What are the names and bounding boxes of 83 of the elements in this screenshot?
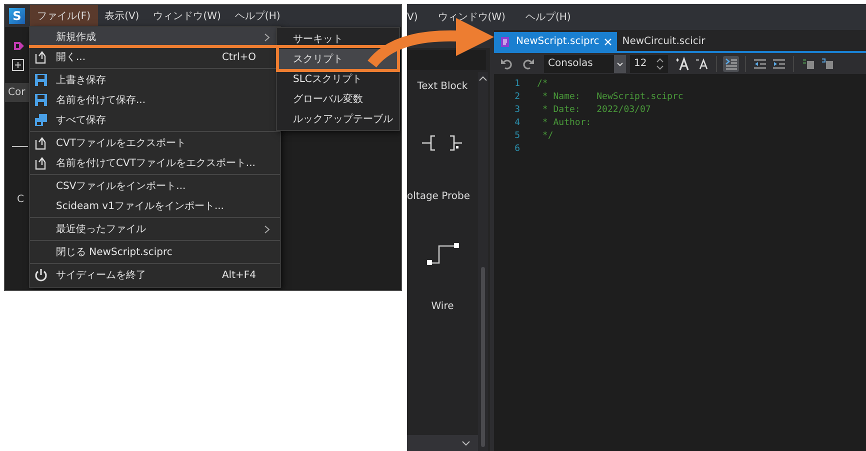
component-label: Wire [431, 301, 454, 312]
menu-entry[interactable]: 上書き保存 [30, 70, 280, 90]
menu-entry[interactable]: CSVファイルをインポート... [30, 176, 280, 196]
menu-item[interactable]: ウィンドウ(W) [438, 10, 506, 24]
menu-entry-label: 最近使ったファイル [56, 222, 147, 236]
menu-entry[interactable]: すべて保存 [30, 110, 280, 130]
code-line: * Date: 2022/03/07 [541, 104, 651, 114]
document-arrow-icon [34, 50, 48, 64]
tool-icon[interactable] [12, 39, 26, 53]
search-field[interactable] [407, 50, 486, 70]
scrollbar-thumb[interactable] [481, 267, 485, 447]
menu-item[interactable]: ファイル(F) [30, 5, 98, 27]
code-editor[interactable]: 1 /* 2 * Name: NewScript.sciprc 3 * Date: 2022/03/07 4 * Author: 5 */ 6 [494, 74, 866, 451]
menu-entry-label: 名前を付けて保存... [56, 94, 147, 107]
menu-entry-label: 上書き保存 [56, 74, 107, 87]
menu-entry-label: Scideam v1ファイルをインポート... [56, 200, 225, 213]
scroll-icon [499, 36, 511, 48]
line-number: 4 [514, 118, 520, 128]
menu-entry[interactable]: サイディームを終了 Alt+F4 [30, 265, 280, 285]
uncomment-icon [819, 56, 835, 72]
floppy-icon [34, 73, 48, 87]
menu-entry[interactable]: 名前を付けてCVTファイルをエクスポート... [30, 153, 280, 173]
menu-entry[interactable]: 閉じる NewScript.sciprc [30, 242, 280, 262]
caret-up-icon[interactable] [479, 76, 487, 81]
probe-symbol-icon[interactable] [422, 135, 464, 151]
shortcut-label: Ctrl+O [222, 52, 256, 62]
editor-tab[interactable]: NewScript.sciprc [494, 32, 618, 51]
line-number: 3 [514, 104, 520, 114]
menu-item[interactable]: 表示(V) [98, 5, 146, 27]
submenu-entry[interactable]: グローバル変数 [277, 89, 399, 109]
font-size-field[interactable]: 12 [630, 54, 668, 72]
menu-entry-label: 名前を付けてCVTファイルをエクスポート... [56, 157, 256, 170]
menu-entry[interactable]: Scideam v1ファイルをインポート... [30, 196, 280, 216]
font-larger-icon [675, 56, 691, 72]
code-line: * Author: [541, 118, 592, 128]
panel-tab[interactable]: Cor [5, 83, 30, 102]
document-arrow-icon [34, 136, 48, 150]
menu-entry-label: サイディームを終了 [56, 269, 147, 282]
wire-icon[interactable] [426, 242, 458, 266]
code-line: * Name: NewScript.sciprc [541, 92, 684, 102]
power-icon [34, 268, 48, 282]
line-number: 1 [514, 78, 520, 88]
plus-box-icon[interactable] [12, 59, 24, 71]
floppies-icon [34, 113, 48, 127]
indent-guide-button[interactable] [723, 56, 739, 72]
indent-guide-icon [723, 56, 739, 72]
app-logo: S [9, 8, 25, 24]
menu-entry-label: CVTファイルをエクスポート [56, 137, 187, 150]
menu-entry[interactable]: 名前を付けて保存... [30, 90, 280, 110]
font-larger-button[interactable] [675, 56, 691, 72]
caret-down-icon[interactable] [462, 440, 470, 446]
menu-item[interactable]: ヘルプ(H) [525, 10, 571, 24]
floppy-icon [34, 93, 48, 107]
menu-entry[interactable]: CVTファイルをエクスポート [30, 133, 280, 153]
line-number: 6 [514, 144, 520, 154]
submenu-entry[interactable]: ルックアップテーブル [277, 109, 399, 129]
line-number: 2 [514, 92, 520, 102]
component-label: oltage Probe [407, 191, 470, 202]
caret-down-icon [614, 54, 626, 72]
submenu-entry[interactable]: SLCスクリプト [277, 69, 399, 89]
code-line: */ [541, 130, 554, 140]
editor-tab[interactable]: NewCircuit.scicir [617, 32, 710, 51]
menu-entry-label: 新規作成 [56, 30, 97, 44]
menu-entry-label: 開く... [56, 51, 87, 64]
code-line: /* [537, 78, 548, 88]
uncomment-button[interactable] [819, 56, 835, 72]
menu-entry-label: すべて保存 [56, 114, 107, 127]
component-label: Text Block [417, 81, 468, 92]
menu-item[interactable]: V) [407, 12, 418, 22]
close-icon[interactable] [604, 38, 612, 46]
document-arrow-icon [34, 156, 48, 170]
panel-label: C [17, 194, 24, 205]
font-select[interactable]: Consolas [544, 54, 626, 72]
menu-item[interactable]: ヘルプ(H) [228, 5, 288, 27]
spinner-icon[interactable] [656, 56, 664, 70]
line-number: 5 [514, 130, 520, 140]
menu-entry-label: CSVファイルをインポート... [56, 180, 187, 193]
shortcut-label: Alt+F4 [222, 270, 256, 280]
submenu-entry[interactable]: サーキット [277, 29, 399, 49]
menu-entry[interactable]: 最近使ったファイル [30, 219, 280, 239]
menu-entry-label: 閉じる NewScript.sciprc [56, 246, 174, 259]
menu-item[interactable]: ウィンドウ(W) [146, 5, 228, 27]
menu-entry[interactable]: 開く... Ctrl+O [30, 47, 280, 67]
